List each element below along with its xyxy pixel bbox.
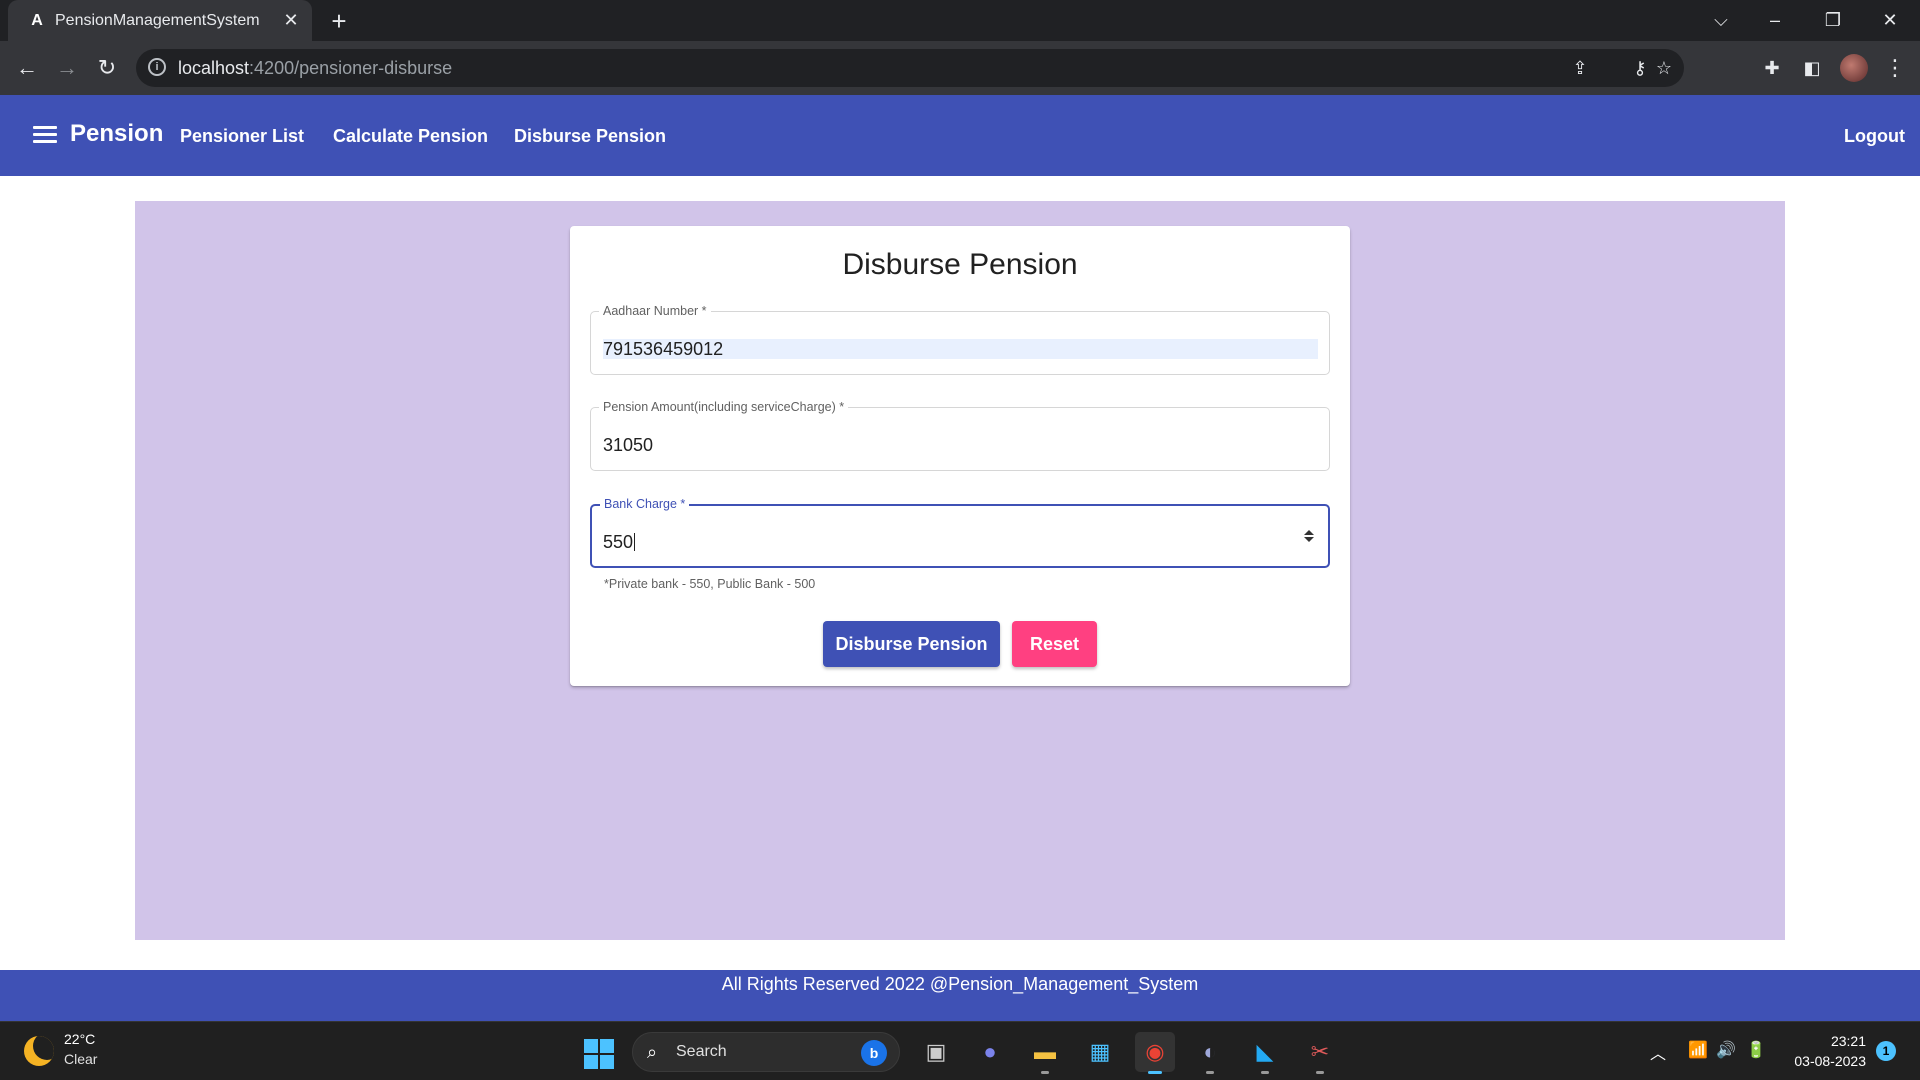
- text-cursor: [634, 533, 636, 551]
- disburse-form-card: Disburse Pension Aadhaar Number * 791536…: [570, 226, 1350, 686]
- forward-icon[interactable]: →: [52, 53, 82, 83]
- search-icon: ⌕: [647, 1042, 658, 1062]
- wifi-icon[interactable]: 📶: [1688, 1040, 1708, 1060]
- search-label: Search: [676, 1043, 727, 1060]
- reload-icon[interactable]: ↻: [92, 53, 122, 83]
- windows-start-icon[interactable]: [584, 1039, 614, 1069]
- form-title: Disburse Pension: [842, 248, 1078, 281]
- taskbar-search[interactable]: ⌕ Search b: [632, 1032, 900, 1072]
- footer-text: All Rights Reserved 2022 @Pension_Manage…: [721, 974, 1199, 994]
- brand-title[interactable]: Pension: [70, 120, 163, 148]
- file-explorer-icon[interactable]: ▬: [1025, 1032, 1065, 1074]
- task-view-icon[interactable]: ▣: [916, 1032, 956, 1072]
- show-hidden-icons-chevron-icon[interactable]: ︿: [1650, 1040, 1666, 1064]
- close-tab-icon[interactable]: ✕: [280, 9, 302, 31]
- weather-condition[interactable]: Clear: [64, 1051, 97, 1067]
- nav-pensioner-list[interactable]: Pensioner List: [180, 126, 304, 147]
- extensions-icon[interactable]: ✚: [1757, 53, 1787, 83]
- nav-calculate-pension[interactable]: Calculate Pension: [333, 126, 488, 147]
- bank-charge-label: Bank Charge *: [600, 497, 690, 511]
- volume-icon[interactable]: 🔊: [1716, 1040, 1736, 1060]
- vscode-icon[interactable]: ◣: [1245, 1032, 1285, 1074]
- restore-icon[interactable]: ❐: [1818, 6, 1848, 34]
- number-stepper-icon[interactable]: [1304, 530, 1314, 544]
- app-header: Pension Pensioner List Calculate Pension…: [0, 95, 1920, 176]
- aadhaar-number-value[interactable]: 791536459012: [603, 339, 723, 360]
- app-footer: All Rights Reserved 2022 @Pension_Manage…: [0, 970, 1920, 1021]
- snipping-tool-icon[interactable]: ✂: [1300, 1032, 1340, 1074]
- bank-charge-hint: *Private bank - 550, Public Bank - 500: [604, 577, 816, 591]
- tab-title: PensionManagementSystem: [55, 12, 260, 29]
- address-bar[interactable]: i localhost:4200/pensioner-disburse ⚷ ⇪ …: [136, 49, 1684, 87]
- browser-menu-icon[interactable]: ⋮: [1880, 53, 1910, 83]
- menu-icon[interactable]: [33, 126, 57, 144]
- side-panel-icon[interactable]: ◧: [1797, 53, 1827, 83]
- microsoft-store-icon[interactable]: ▦: [1080, 1032, 1120, 1072]
- nav-disburse-pension[interactable]: Disburse Pension: [514, 126, 666, 147]
- aadhaar-number-label: Aadhaar Number *: [599, 304, 711, 318]
- profile-avatar[interactable]: [1840, 54, 1868, 82]
- system-clock[interactable]: 23:21 03-08-2023: [1794, 1031, 1866, 1071]
- close-window-icon[interactable]: ✕: [1875, 6, 1905, 34]
- pension-amount-value[interactable]: 31050: [603, 435, 653, 456]
- bing-icon[interactable]: b: [861, 1040, 887, 1066]
- chrome-icon[interactable]: ◉: [1135, 1032, 1175, 1074]
- clock-time: 23:21: [1830, 1033, 1866, 1049]
- browser-tab-bar: A PensionManagementSystem ✕ + ⌵ – ❐ ✕: [0, 0, 1920, 41]
- back-icon[interactable]: ←: [12, 53, 42, 83]
- browser-toolbar: ← → ↻ i localhost:4200/pensioner-disburs…: [0, 41, 1920, 95]
- new-tab-icon[interactable]: +: [326, 8, 352, 34]
- angular-favicon-icon: A: [31, 12, 43, 29]
- bank-charge-field[interactable]: Bank Charge * 550: [590, 497, 1330, 568]
- pension-amount-field[interactable]: Pension Amount(including serviceCharge) …: [590, 400, 1330, 471]
- windows-taskbar: 22°C Clear ⌕ Search b ▣ ● ▬ ▦ ◉ ◐ ◣ ✂ ︿ …: [0, 1021, 1920, 1080]
- bookmark-star-icon[interactable]: ☆: [1652, 56, 1676, 80]
- clock-date: 03-08-2023: [1794, 1053, 1866, 1069]
- reset-button[interactable]: Reset: [1012, 621, 1097, 667]
- disburse-pension-button[interactable]: Disburse Pension: [823, 621, 1000, 667]
- share-icon[interactable]: ⇪: [1568, 56, 1592, 80]
- browser-tab[interactable]: A PensionManagementSystem ✕: [8, 0, 312, 41]
- notification-badge[interactable]: 1: [1876, 1041, 1896, 1061]
- bank-charge-input[interactable]: 550: [603, 532, 636, 553]
- bank-charge-value: 550: [603, 532, 634, 552]
- teams-chat-icon[interactable]: ●: [970, 1032, 1010, 1072]
- url-text[interactable]: localhost:4200/pensioner-disburse: [178, 58, 452, 79]
- pension-amount-label: Pension Amount(including serviceCharge) …: [599, 400, 849, 414]
- minimize-icon[interactable]: –: [1760, 6, 1790, 34]
- site-info-icon[interactable]: i: [148, 58, 166, 76]
- weather-temperature[interactable]: 22°C: [64, 1031, 95, 1047]
- battery-icon[interactable]: 🔋: [1746, 1040, 1766, 1060]
- moon-weather-icon[interactable]: [24, 1036, 54, 1066]
- key-icon[interactable]: ⚷: [1628, 56, 1652, 80]
- eclipse-icon[interactable]: ◐: [1190, 1032, 1230, 1074]
- logout-link[interactable]: Logout: [1844, 126, 1905, 147]
- tab-search-chevron-icon[interactable]: ⌵: [1706, 6, 1736, 34]
- aadhaar-number-field[interactable]: Aadhaar Number * 791536459012: [590, 304, 1330, 375]
